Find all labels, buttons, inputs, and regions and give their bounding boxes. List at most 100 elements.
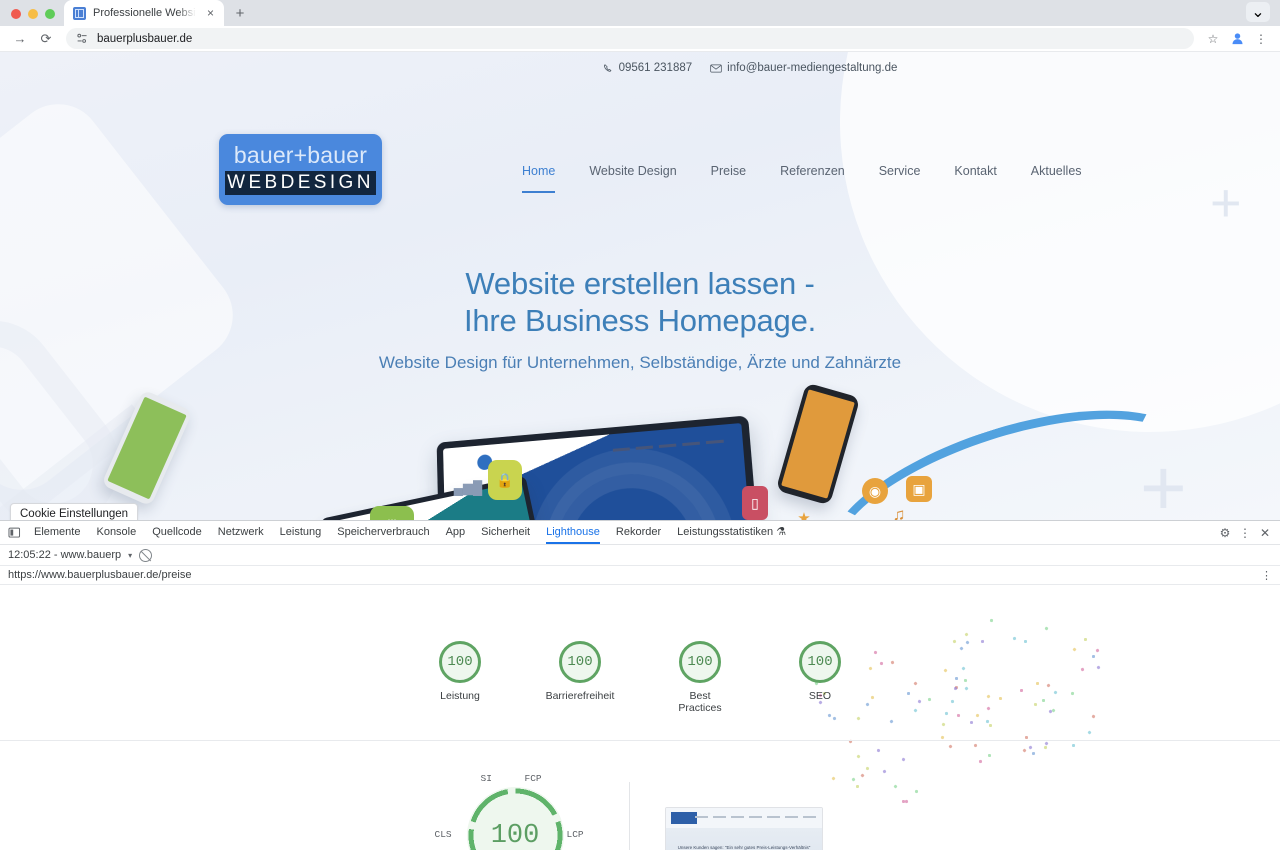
score-gauge-value: 100	[439, 641, 481, 683]
bar-chart-icon: ▄▆█	[453, 480, 483, 495]
devtools-tab-quellcode[interactable]: Quellcode	[144, 521, 210, 544]
score-barrierefreiheit[interactable]: 100 Barrierefreiheit	[533, 641, 627, 714]
phone-contact[interactable]: 09561 231887	[603, 62, 693, 74]
thumbnail-nav	[695, 816, 816, 818]
nav-item-aktuelles[interactable]: Aktuelles	[1014, 164, 1099, 178]
confetti-decoration	[0, 585, 1280, 850]
score-label: Best Practices	[678, 690, 722, 715]
metric-label-si: SI	[480, 773, 492, 784]
phone-number: 09561 231887	[618, 62, 693, 74]
page-contact-bar: 09561 231887 info@bauer-mediengestaltung…	[0, 62, 1280, 74]
nav-item-referenzen[interactable]: Referenzen	[763, 164, 862, 178]
minimize-window-button[interactable]	[28, 9, 38, 19]
browser-menu-icon[interactable]: ⋮	[1250, 28, 1272, 50]
hero-subtitle: Website Design für Unternehmen, Selbstän…	[378, 353, 902, 372]
nav-item-kontakt[interactable]: Kontakt	[937, 164, 1013, 178]
envelope-icon	[710, 63, 722, 73]
hero-illustration: ♜ 🔒 ▄▆█ ▯ ✉ 🔒 ★ ◉ ▣ ▯ ▯ ♫ ★ ★ + Ω	[0, 372, 1280, 520]
inspect-element-icon[interactable]	[2, 522, 26, 544]
section-divider	[0, 740, 1280, 741]
logo-wordmark-top: bauer+bauer	[233, 141, 368, 168]
phone-icon	[603, 63, 611, 72]
devtools-settings-gear-icon[interactable]: ⚙	[1216, 524, 1234, 542]
score-label: Barrierefreiheit	[545, 690, 615, 702]
performance-score-value: 100	[490, 820, 540, 850]
music-note-icon: ♫	[892, 505, 906, 520]
nav-item-website-design[interactable]: Website Design	[572, 164, 693, 178]
thumbnail-logo	[671, 812, 697, 824]
devtools-tab-lighthouse[interactable]: Lighthouse	[538, 521, 608, 544]
chevron-down-icon[interactable]: ⌄	[1246, 2, 1270, 22]
devtools-tab-leistung[interactable]: Leistung	[272, 521, 330, 544]
devtools-tab-app[interactable]: App	[438, 521, 474, 544]
cookie-settings-button[interactable]: Cookie Einstellungen	[10, 503, 139, 520]
phone-right-device-icon	[775, 382, 861, 506]
score-leistung[interactable]: 100 Leistung	[413, 641, 507, 714]
score-best-practices[interactable]: 100 Best Practices	[653, 641, 747, 714]
camera-orange-icon: ◉	[862, 478, 888, 504]
logo-wordmark-bottom: WEBDESIGN	[225, 170, 376, 196]
mobile-red-icon: ▯	[742, 486, 768, 520]
performance-gauge: 100 SI FCP LCP TBT CLS	[435, 773, 584, 850]
page-viewport: + + 09561 231887 info@bauer-mediengestal…	[0, 52, 1280, 520]
site-favicon-icon	[73, 6, 86, 20]
devtools-tab-speicherverbrauch[interactable]: Speicherverbrauch	[329, 521, 437, 544]
tabstrip-right-controls: ⌄	[1246, 2, 1280, 26]
browser-tab[interactable]: Professionelle Website erstel ×	[64, 0, 224, 26]
devtools-close-icon[interactable]: ✕	[1256, 524, 1274, 542]
devtools-tab-elemente[interactable]: Elemente	[26, 521, 88, 544]
performance-section: 100 SI FCP LCP TBT CLS Leistung Die Wert…	[412, 765, 618, 850]
browser-window: Professionelle Website erstel × + ⌄ → ⟳ …	[0, 0, 1280, 850]
nav-item-home[interactable]: Home	[505, 164, 572, 193]
forward-button[interactable]: →	[8, 27, 32, 51]
reload-button[interactable]: ⟳	[34, 27, 58, 51]
devtools-more-icon[interactable]: ⋮	[1236, 524, 1254, 542]
page-title: Website erstellen lassen - Ihre Business…	[0, 266, 1280, 339]
close-tab-icon[interactable]: ×	[203, 6, 218, 21]
email-contact[interactable]: info@bauer-mediengestaltung.de	[710, 62, 897, 74]
lighthouse-run-label[interactable]: 12:05:22 - www.bauerp	[8, 549, 121, 561]
lighthouse-report-url: https://www.bauerplusbauer.de/preise	[8, 569, 192, 581]
devtools-tab-rekorder[interactable]: Rekorder	[608, 521, 669, 544]
phone-left-device-icon	[101, 389, 193, 507]
score-label: SEO	[808, 690, 832, 702]
metric-label-cls: CLS	[434, 829, 452, 840]
nav-item-service[interactable]: Service	[862, 164, 938, 178]
devtools-panel: Elemente Konsole Quellcode Netzwerk Leis…	[0, 520, 1280, 850]
email-address: info@bauer-mediengestaltung.de	[727, 62, 898, 74]
site-logo[interactable]: bauer+bauer WEBDESIGN	[219, 134, 382, 205]
background-plus-icon-2: +	[1210, 173, 1242, 233]
devtools-tab-netzwerk[interactable]: Netzwerk	[210, 521, 272, 544]
profile-avatar-icon[interactable]	[1226, 28, 1248, 50]
score-seo[interactable]: 100 SEO	[773, 641, 867, 714]
lighthouse-report-body: 100 Leistung 100 Barrierefreiheit 100 Be…	[0, 585, 1280, 850]
report-options-icon[interactable]: ⋮	[1261, 569, 1272, 582]
main-navigation: Home Website Design Preise Referenzen Se…	[505, 164, 1099, 193]
devtools-tab-konsole[interactable]: Konsole	[88, 521, 144, 544]
address-bar[interactable]: bauerplusbauer.de	[66, 28, 1194, 49]
page-screenshot-thumbnail[interactable]: Unsere Kunden sagen: "Ein sehr gutes Pre…	[665, 807, 823, 850]
close-window-button[interactable]	[11, 9, 21, 19]
lighthouse-category-scores: 100 Leistung 100 Barrierefreiheit 100 Be…	[0, 641, 1280, 714]
tab-title: Professionelle Website erstel	[93, 7, 196, 19]
devtools-tabbar: Elemente Konsole Quellcode Netzwerk Leis…	[0, 521, 1280, 545]
metric-label-lcp: LCP	[566, 829, 584, 840]
maximize-window-button[interactable]	[45, 9, 55, 19]
chevron-down-icon[interactable]: ▾	[128, 551, 132, 560]
score-gauge-value: 100	[559, 641, 601, 683]
devtools-tab-sicherheit[interactable]: Sicherheit	[473, 521, 538, 544]
new-tab-button[interactable]: +	[227, 0, 253, 26]
browser-toolbar: → ⟳ bauerplusbauer.de ☆ ⋮	[0, 26, 1280, 52]
devtools-tab-leistungsstatistiken[interactable]: Leistungsstatistiken ⚗	[669, 521, 794, 544]
browser-tabstrip: Professionelle Website erstel × + ⌄	[0, 0, 1280, 26]
chat-bubble-green-icon: ♜	[370, 506, 414, 520]
hero-title-line-1: Website erstellen lassen -	[465, 266, 815, 301]
score-gauge-value: 100	[799, 641, 841, 683]
image-orange-icon: ▣	[906, 476, 932, 502]
nav-item-preise[interactable]: Preise	[694, 164, 763, 178]
bookmark-star-icon[interactable]: ☆	[1202, 28, 1224, 50]
site-settings-icon[interactable]	[76, 32, 89, 45]
hero-title-line-2: Ihre Business Homepage.	[463, 302, 817, 338]
lighthouse-report-urlbar: https://www.bauerplusbauer.de/preise ⋮	[0, 566, 1280, 585]
clear-report-icon[interactable]	[139, 548, 153, 562]
